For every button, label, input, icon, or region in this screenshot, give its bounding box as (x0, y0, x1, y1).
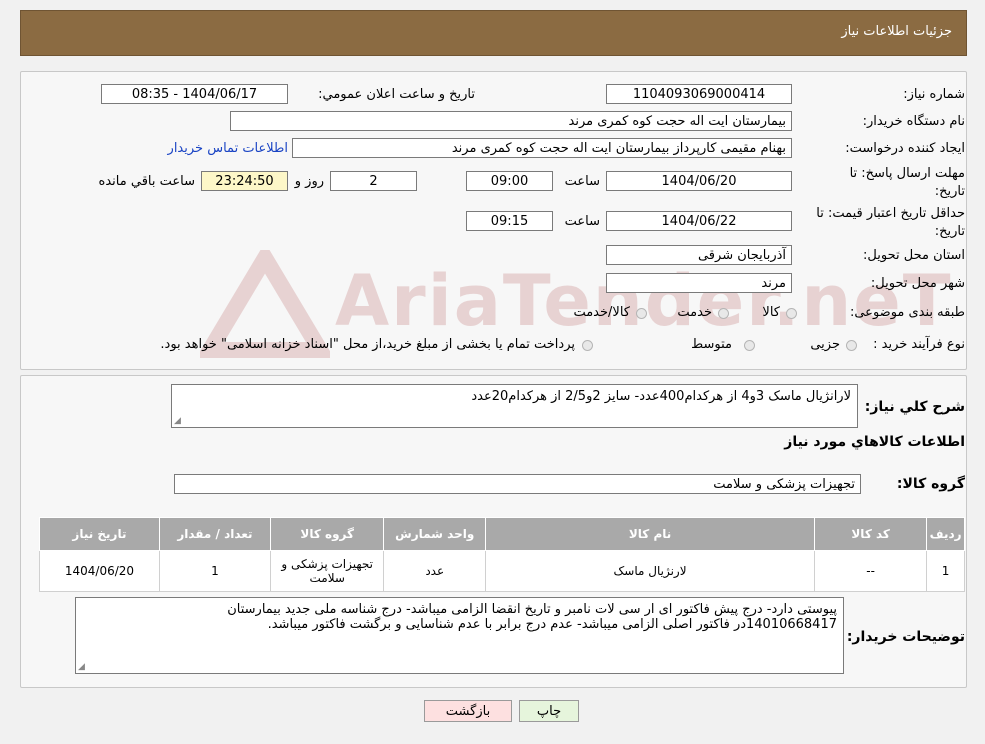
resize-grip-icon[interactable]: ◢ (78, 662, 85, 672)
process-medium-label: متوسط (691, 337, 732, 352)
contact-buyer-link[interactable]: اطلاعات تماس خریدار (168, 141, 288, 156)
description-label: شرح کلي نیاز: (864, 399, 965, 415)
items-table: ردیف کد کالا نام کالا واحد شمارش گروه کا… (39, 517, 965, 592)
requester-label: ایجاد کننده درخواست: (845, 141, 965, 156)
announce-field[interactable]: 1404/06/17 - 08:35 (101, 84, 288, 104)
validity-time-label: ساعت (564, 214, 600, 229)
days-field[interactable]: 2 (330, 171, 417, 191)
cell-code: -- (814, 550, 928, 592)
remaining-time-field[interactable]: 23:24:50 (201, 171, 288, 191)
category-goods-service-radio[interactable] (636, 308, 647, 319)
col-qty-header: تعداد / مقدار (158, 517, 271, 551)
table-header-row: ردیف کد کالا نام کالا واحد شمارش گروه کا… (39, 517, 965, 551)
back-button[interactable]: بازگشت (424, 700, 512, 722)
category-label: طبقه بندی موضوعی: (849, 305, 965, 320)
category-service-radio[interactable] (718, 308, 729, 319)
buyer-notes-line-1: پیوستی دارد- درج پیش فاکتور ای ار سی لات… (227, 602, 837, 617)
cell-group: تجهیزات پزشکی و سلامت (269, 550, 385, 592)
process-medium-radio[interactable] (744, 340, 755, 351)
page-title: جزئیات اطلاعات نیاز (841, 24, 952, 39)
col-unit-header: واحد شمارش (383, 517, 487, 551)
province-label: استان محل تحویل: (863, 248, 965, 263)
process-label: نوع فرآیند خرید : (873, 337, 965, 352)
city-label: شهر محل تحویل: (870, 276, 965, 291)
cell-row: 1 (926, 550, 965, 592)
buyer-org-label: نام دستگاه خریدار: (862, 114, 965, 129)
requester-field[interactable]: بهنام مقیمی کارپرداز بیمارستان ایت اله ح… (292, 138, 792, 158)
buyer-notes-textarea[interactable]: پیوستی دارد- درج پیش فاکتور ای ار سی لات… (75, 597, 844, 674)
deadline-label: مهلت ارسال پاسخ: تا (849, 166, 965, 181)
category-service-label: خدمت (677, 305, 712, 320)
process-minor-label: جزیی (810, 337, 840, 352)
province-field[interactable]: آذربایجان شرقی (606, 245, 792, 265)
goods-group-label: گروه کالا: (896, 476, 965, 492)
deadline-label-date: تاریخ: (934, 184, 965, 199)
remaining-label: ساعت باقي مانده (98, 174, 195, 189)
buyer-notes-line-2: 14010668417در فاکتور اصلی الزامی میباشد-… (267, 617, 837, 632)
days-label: روز و (294, 174, 324, 189)
resize-grip-icon[interactable]: ◢ (174, 416, 181, 426)
table-row[interactable]: 1 -- لارنژیال ماسک عدد تجهیزات پزشکی و س… (39, 550, 965, 592)
description-text: لارانژیال ماسک 3و4 از هرکدام400عدد- سایز… (471, 389, 851, 404)
col-code-header: کد کالا (814, 517, 928, 551)
validity-time-field[interactable]: 09:15 (466, 211, 553, 231)
col-row-header: ردیف (926, 517, 965, 551)
cell-date: 1404/06/20 (39, 550, 160, 592)
process-treasury-note: پرداخت تمام یا بخشی از مبلغ خرید،از محل … (160, 337, 575, 352)
col-name-header: نام کالا (485, 517, 816, 551)
print-button[interactable]: چاپ (519, 700, 579, 722)
deadline-date-field[interactable]: 1404/06/20 (606, 171, 792, 191)
validity-date-field[interactable]: 1404/06/22 (606, 211, 792, 231)
category-goods-radio[interactable] (786, 308, 797, 319)
cell-unit: عدد (383, 550, 487, 592)
description-textarea[interactable]: لارانژیال ماسک 3و4 از هرکدام400عدد- سایز… (171, 384, 858, 428)
cell-qty: 1 (158, 550, 271, 592)
category-goods-label: کالا (762, 305, 780, 320)
process-treasury-radio[interactable] (582, 340, 593, 351)
validity-label-date: تاریخ: (934, 224, 965, 239)
category-goods-service-label: کالا/خدمت (573, 305, 630, 320)
deadline-time-field[interactable]: 09:00 (466, 171, 553, 191)
need-number-field[interactable]: 1104093069000414 (606, 84, 792, 104)
goods-group-field[interactable]: تجهیزات پزشکی و سلامت (174, 474, 861, 494)
page-header: جزئیات اطلاعات نیاز (20, 10, 967, 56)
announce-label: تاریخ و ساعت اعلان عمومي: (318, 87, 475, 102)
deadline-time-label: ساعت (564, 174, 600, 189)
items-section-title: اطلاعات کالاهاي مورد نیاز (784, 434, 965, 450)
city-field[interactable]: مرند (606, 273, 792, 293)
col-date-header: تاریخ نیاز (39, 517, 160, 551)
buyer-notes-label: توضیحات خریدار: (846, 629, 965, 645)
validity-label: حداقل تاریخ اعتبار قیمت: تا (816, 206, 965, 221)
need-number-label: شماره نیاز: (903, 87, 965, 102)
process-minor-radio[interactable] (846, 340, 857, 351)
buyer-org-field[interactable]: بیمارستان ایت اله حجت کوه کمری مرند (230, 111, 792, 131)
col-group-header: گروه کالا (269, 517, 385, 551)
cell-name: لارنژیال ماسک (485, 550, 816, 592)
